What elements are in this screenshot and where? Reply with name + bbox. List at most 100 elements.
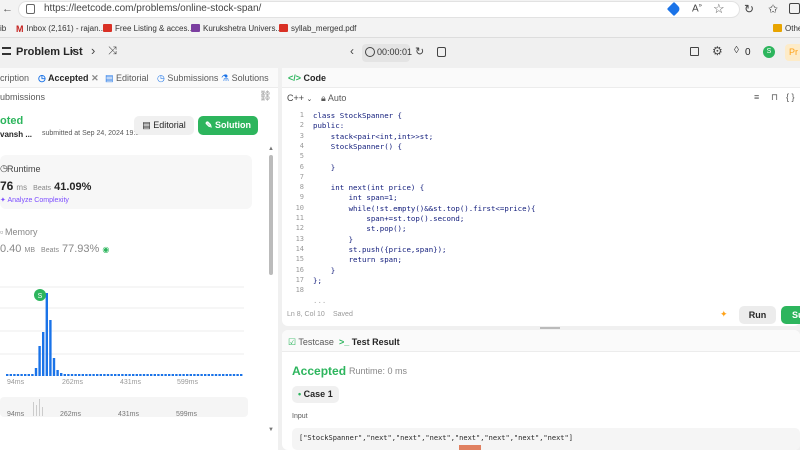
distribution-bar bbox=[42, 332, 45, 376]
distribution-bar bbox=[142, 374, 146, 376]
timer-prev-icon[interactable]: ‹ bbox=[350, 44, 354, 58]
premium-button[interactable]: Pr bbox=[785, 44, 800, 61]
submit-button[interactable]: Su bbox=[781, 306, 800, 324]
bookmark-icon[interactable]: ⊓ bbox=[771, 92, 778, 103]
distribution-bar bbox=[38, 346, 41, 376]
line-number: 18 bbox=[295, 286, 304, 295]
tab-submissions[interactable]: ◷ Submissions bbox=[157, 73, 218, 84]
distribution-bar bbox=[175, 374, 178, 376]
distribution-bar bbox=[128, 374, 131, 376]
slider-tick-1: 262ms bbox=[60, 411, 82, 418]
distribution-bar bbox=[92, 374, 95, 376]
brackets-icon[interactable]: { } bbox=[786, 92, 795, 102]
line-number: 15 bbox=[295, 255, 304, 264]
format-icon[interactable]: ≡ bbox=[754, 92, 759, 102]
settings-gear-icon[interactable]: ⚙ bbox=[712, 44, 723, 58]
slider-tick-3: 599ms bbox=[176, 411, 198, 418]
line-number: 7 bbox=[299, 172, 304, 181]
bookmark-1[interactable]: ib bbox=[0, 24, 6, 33]
code-line: } bbox=[313, 162, 336, 172]
close-tab-icon[interactable]: ✕ bbox=[91, 73, 99, 83]
bookmark-free-listing[interactable]: Free Listing & acces... bbox=[103, 24, 194, 33]
avatar[interactable]: S bbox=[763, 46, 775, 58]
scroll-up-icon[interactable]: ▲ bbox=[268, 146, 274, 152]
distribution-bar bbox=[106, 374, 110, 376]
your-submission-marker-label: S bbox=[38, 293, 43, 300]
bookmark-other[interactable]: Othe bbox=[773, 24, 800, 33]
tab-test-result[interactable]: >_ Test Result bbox=[339, 337, 400, 347]
auto-mode-toggle[interactable]: 🔒︎ Auto bbox=[321, 93, 346, 104]
timer-text: 00:00:01 bbox=[377, 47, 413, 57]
refresh-icon[interactable]: ↻ bbox=[744, 2, 754, 16]
memory-title: Memory bbox=[5, 227, 38, 237]
site-info-icon[interactable] bbox=[26, 4, 35, 14]
shuffle-icon[interactable]: ⤨ bbox=[108, 45, 117, 58]
distribution-bar bbox=[146, 374, 149, 376]
analyze-complexity-link[interactable]: ✦ Analyze Complexity bbox=[0, 196, 69, 204]
problem-list-icon[interactable] bbox=[2, 47, 11, 55]
cursor-position: Ln 8, Col 10 bbox=[287, 311, 325, 318]
submission-status: oted bbox=[0, 115, 24, 127]
play-icon[interactable] bbox=[365, 47, 375, 57]
tab-code[interactable]: </> Code bbox=[288, 73, 326, 83]
code-line: }; bbox=[313, 275, 322, 285]
debugger-icon[interactable]: ✦ bbox=[720, 309, 728, 320]
distribution-bar bbox=[6, 374, 9, 376]
splitter-handle[interactable] bbox=[540, 327, 560, 329]
checkbox-icon: ☑ bbox=[288, 337, 297, 347]
distribution-bar bbox=[70, 374, 74, 376]
runtime-value: 76 ms Beats 41.09% bbox=[0, 179, 92, 193]
accepted-clock-icon: ◷ bbox=[38, 73, 46, 83]
memory-value: 0.40 MB Beats 77.93% ◉ bbox=[0, 243, 110, 255]
solution-button[interactable]: ✎ Solution bbox=[198, 116, 258, 135]
reset-timer-icon[interactable]: ↻ bbox=[415, 45, 424, 58]
back-arrow-icon[interactable]: ← bbox=[2, 3, 13, 15]
tab-solutions[interactable]: ⚗ Solutions bbox=[221, 73, 269, 84]
distribution-bar bbox=[189, 374, 192, 376]
tab-accepted[interactable]: ◷ Accepted ✕ bbox=[38, 73, 99, 84]
bookmark-kurukshetra[interactable]: Kurukshetra Univers... bbox=[191, 24, 282, 33]
share-link-icon[interactable]: ⛓ bbox=[259, 91, 272, 102]
tab-description[interactable]: cription bbox=[0, 73, 29, 83]
read-aloud-icon[interactable]: A» bbox=[692, 3, 702, 14]
bookmark-gmail[interactable]: M Inbox (2,161) - rajan... bbox=[16, 24, 105, 34]
favorites-icon[interactable]: ✩ bbox=[768, 2, 778, 16]
tab-editorial[interactable]: ▤ Editorial bbox=[105, 73, 149, 84]
distribution-bar bbox=[157, 374, 160, 376]
bookmark-syllabus[interactable]: syllab_merged.pdf bbox=[279, 24, 356, 33]
streak-fire-icon[interactable]: ◊ bbox=[734, 45, 739, 56]
dot-icon: • bbox=[298, 389, 302, 399]
left-scrollbar[interactable] bbox=[269, 155, 273, 275]
layout-icon[interactable] bbox=[690, 47, 699, 56]
collections-icon[interactable] bbox=[789, 3, 800, 14]
notes-icon[interactable] bbox=[437, 47, 446, 57]
distribution-bar bbox=[27, 374, 30, 376]
tab-testcase[interactable]: ☑ Testcase bbox=[288, 337, 334, 348]
line-number: 10 bbox=[295, 203, 304, 212]
favorite-star-icon[interactable]: ☆ bbox=[713, 1, 725, 17]
pdf-icon bbox=[279, 24, 288, 32]
input-value: ["StockSpanner","next","next","next","ne… bbox=[299, 434, 573, 442]
next-problem-icon[interactable]: › bbox=[91, 43, 95, 58]
distribution-bar bbox=[13, 374, 16, 376]
prev-problem-icon[interactable]: ‹ bbox=[71, 43, 75, 58]
back-to-submissions-link[interactable]: ubmissions bbox=[0, 92, 45, 102]
distribution-bar bbox=[153, 374, 156, 376]
scroll-down-icon[interactable]: ▼ bbox=[268, 427, 274, 433]
distribution-bar bbox=[207, 374, 210, 376]
language-select[interactable]: C++ ⌄ bbox=[287, 93, 312, 103]
slider-tick-2: 431ms bbox=[118, 411, 140, 418]
code-line: int next(int price) { bbox=[313, 183, 425, 193]
distribution-bar bbox=[236, 374, 239, 376]
folder-icon bbox=[773, 24, 782, 32]
case-1-tab[interactable]: • Case 1 bbox=[292, 386, 339, 403]
edit-icon: ✎ bbox=[204, 120, 213, 130]
distribution-bar bbox=[88, 374, 92, 376]
editorial-button[interactable]: ▤ Editorial bbox=[134, 116, 194, 135]
run-button[interactable]: Run bbox=[739, 306, 776, 324]
code-tab-bar bbox=[282, 68, 800, 88]
submission-user[interactable]: vansh ... bbox=[0, 130, 32, 139]
distribution-bar bbox=[182, 374, 185, 376]
code-icon: </> bbox=[288, 73, 302, 83]
memory-chip-icon: ▫ bbox=[0, 227, 4, 237]
